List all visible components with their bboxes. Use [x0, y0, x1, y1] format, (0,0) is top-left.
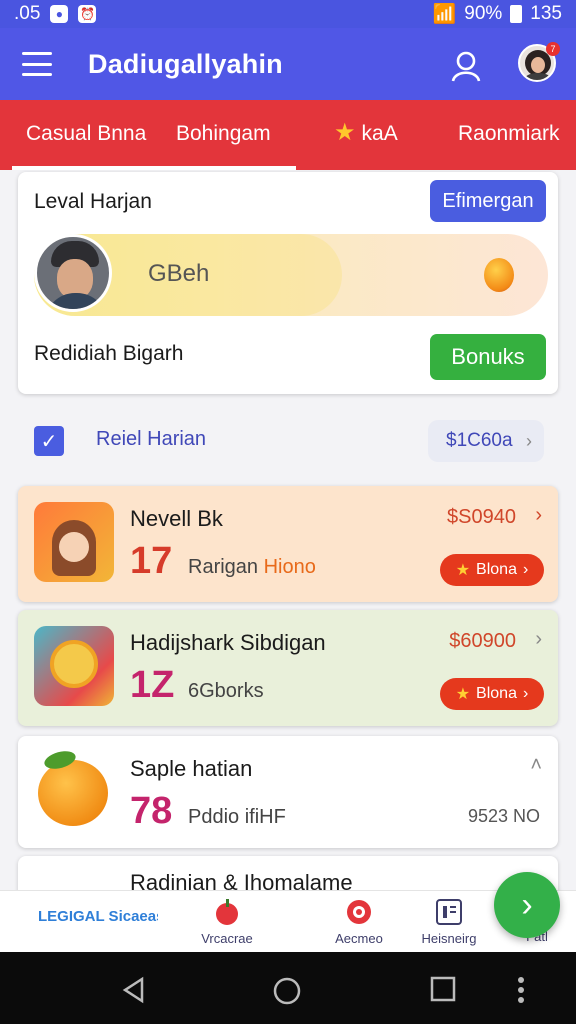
game-price: $60900	[449, 630, 516, 652]
game-price: $S0940	[447, 506, 516, 528]
daily-task-row[interactable]: ✓ Reiel Harian $1C60a ›	[18, 414, 558, 468]
task-checkbox[interactable]: ✓	[34, 426, 64, 456]
game-name: Radinian & Ihomalame	[130, 870, 353, 890]
wifi-icon: 📶	[432, 4, 457, 25]
brand-logo-text: LEGIGAL Sicaeas	[38, 908, 158, 925]
next-fab-button[interactable]: ›	[494, 872, 560, 938]
bottom-navigation: LEGIGAL Sicaeas Vrcacrae Aecmeo Heisneir…	[0, 890, 576, 952]
status-time-left: .05	[14, 3, 41, 24]
battery-icon	[510, 5, 523, 23]
star-icon: ★	[455, 686, 471, 703]
chevron-right-icon: ›	[526, 430, 532, 451]
game-thumbnail	[34, 748, 114, 832]
game-subtitle: Pddio ifiHF	[188, 806, 286, 828]
chevron-right-icon: ›	[535, 504, 542, 526]
notification-badge: 7	[546, 42, 560, 56]
app-bar: Dadiugallyahin 7	[0, 28, 576, 100]
game-bonus-button[interactable]: ★ Blona ›	[440, 678, 544, 710]
bonus-label: Blona	[476, 685, 517, 702]
main-content[interactable]: Leval Harjan Efimergan GBeh Redidiah Big…	[0, 170, 576, 890]
menu-icon[interactable]	[22, 52, 52, 76]
system-navigation-bar	[0, 952, 576, 1024]
profile-icon[interactable]	[450, 50, 482, 82]
category-tabs: Casual Bnna Bohingam ★ kaA Raonmiark	[0, 100, 576, 170]
game-card[interactable]: Radinian & Ihomalame	[18, 856, 558, 890]
level-action-button[interactable]: Efimergan	[430, 180, 546, 222]
game-thumbnail	[34, 502, 114, 582]
game-value: 17	[130, 540, 173, 582]
bonus-button[interactable]: Bonuks	[430, 334, 546, 380]
nav-label: Vrcacrae	[201, 931, 253, 946]
target-icon	[347, 900, 371, 924]
game-card[interactable]: Nevell Bk 17 Rarigan Hiono $S0940 › ★ Blo…	[18, 486, 558, 602]
status-clock: 135	[530, 3, 562, 24]
alarm-icon: ⏰	[78, 5, 97, 23]
battery-percent: 90%	[464, 3, 503, 24]
task-label: Reiel Harian	[96, 428, 207, 450]
nav-item-vrcacrae[interactable]: Vrcacrae	[172, 897, 282, 946]
status-bar: .05 ● ⏰ 📶 90% 135	[0, 0, 576, 28]
star-icon: ★	[455, 562, 471, 579]
chevron-right-icon: ›	[521, 885, 533, 924]
chevron-up-icon[interactable]: ˄	[530, 754, 542, 777]
level-label: Leval Harjan	[34, 190, 152, 213]
task-amount-pill[interactable]: $1C60a ›	[428, 420, 544, 462]
game-card[interactable]: Saple hatian 78 Pddio ifiHF ˄ 9523 NO	[18, 736, 558, 848]
star-icon: ★	[334, 119, 356, 146]
app-notification-icon: ●	[50, 5, 69, 23]
game-name: Saple hatian	[130, 756, 253, 781]
tab-star[interactable]: ★ kaA	[334, 118, 398, 147]
game-bonus-button[interactable]: ★ Blona ›	[440, 554, 544, 586]
game-subtitle: 6Gborks	[188, 680, 264, 702]
recents-icon[interactable]	[430, 976, 456, 1002]
game-sub-highlight: Hiono	[263, 556, 316, 578]
game-value: 78	[130, 790, 173, 832]
nav-label: Aecmeo	[335, 931, 383, 946]
player-avatar[interactable]	[34, 234, 112, 312]
game-subtitle: Rarigan Hiono	[188, 556, 316, 579]
chevron-right-icon: ›	[535, 628, 542, 650]
game-thumbnail	[34, 626, 114, 706]
list-icon	[436, 899, 462, 925]
apple-icon	[216, 899, 238, 925]
reward-label: Redidiah Bigarh	[34, 342, 184, 365]
game-name: Nevell Bk	[130, 506, 223, 531]
task-amount: $1C60a	[446, 430, 513, 451]
level-card: Leval Harjan Efimergan GBeh Redidiah Big…	[18, 172, 558, 394]
bonus-label: Blona	[476, 561, 517, 578]
tab-casual[interactable]: Casual Bnna	[26, 122, 146, 146]
nav-label: Heisneirg	[421, 931, 477, 946]
home-icon[interactable]	[272, 976, 302, 1006]
tab-star-label: kaA	[361, 122, 398, 145]
chevron-right-icon: ›	[522, 561, 529, 578]
game-name: Hadijshark Sibdigan	[130, 630, 326, 655]
game-sub-text: Rarigan	[188, 556, 259, 578]
tab-raonmiark[interactable]: Raonmiark	[458, 122, 560, 146]
game-value: 1Z	[130, 664, 175, 706]
chevron-right-icon: ›	[522, 685, 529, 702]
game-card[interactable]: Hadijshark Sibdigan 1Z 6Gborks $60900 › …	[18, 610, 558, 726]
more-options-icon[interactable]	[516, 976, 526, 1004]
progress-text: GBeh	[148, 260, 210, 287]
level-progress-bar: GBeh	[34, 234, 548, 316]
back-icon[interactable]	[120, 976, 148, 1004]
coin-icon	[484, 258, 514, 292]
tab-bohingam[interactable]: Bohingam	[176, 122, 271, 146]
game-meta: 9523 NO	[467, 806, 540, 826]
brand-logo-icon[interactable]: LEGIGAL Sicaeas	[34, 899, 158, 949]
app-title: Dadiugallyahin	[88, 48, 283, 79]
